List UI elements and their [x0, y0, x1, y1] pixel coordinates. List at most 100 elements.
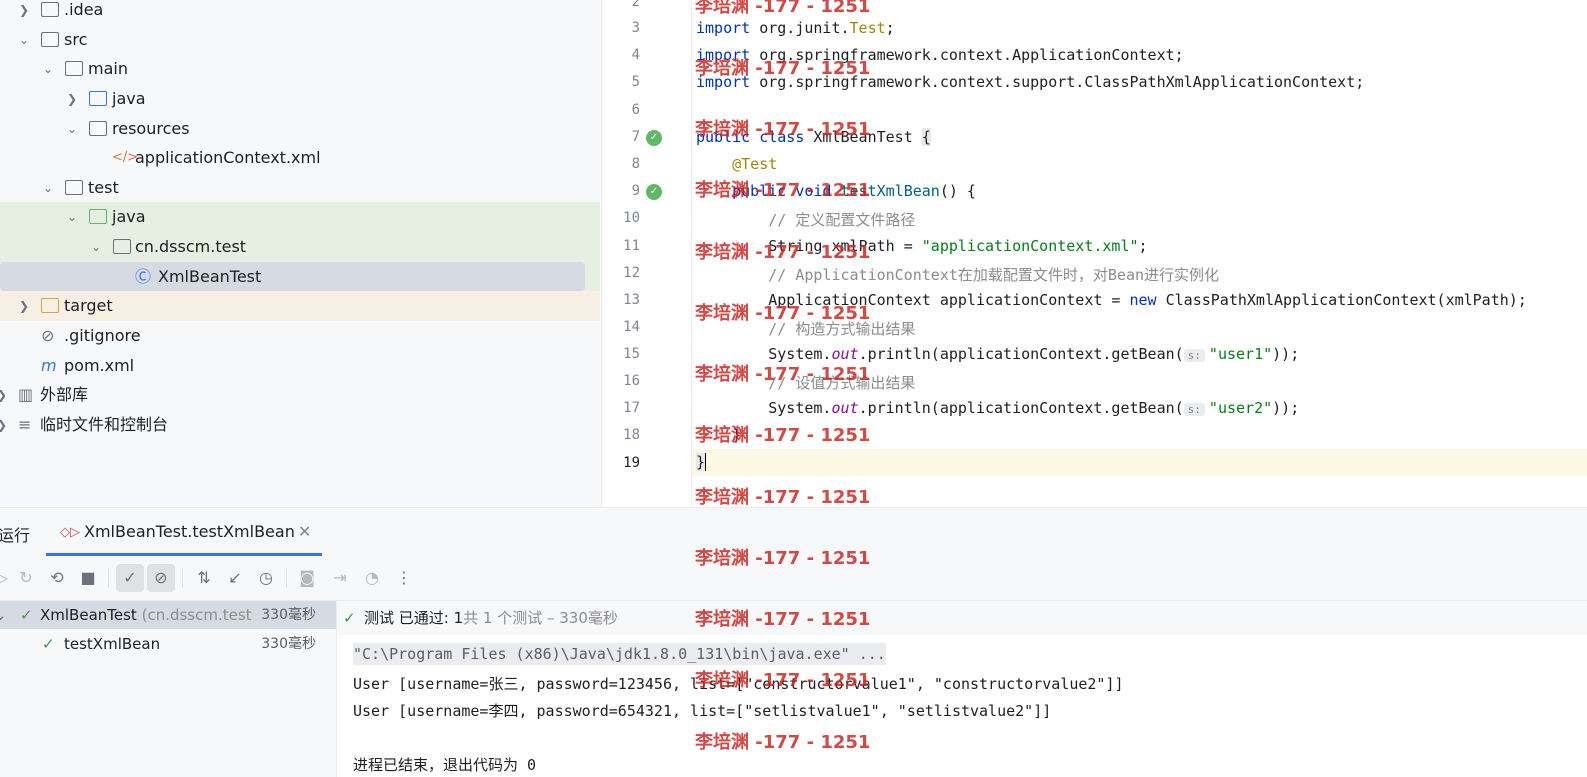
- toggle-auto-test-icon[interactable]: ⟲: [43, 564, 71, 592]
- test-root-label: XmlBeanTest (cn.dsscm.test: [40, 601, 252, 629]
- stop-icon[interactable]: ■: [74, 564, 102, 592]
- console-output[interactable]: ✓ 测试 已通过: 1共 1 个测试 – 330毫秒 "C:\Program F…: [336, 601, 1587, 777]
- code-line-8: @Test: [696, 155, 777, 173]
- chevron-down-icon[interactable]: ⌄: [0, 601, 7, 629]
- tree-item-idea[interactable]: ❯ .idea: [0, 0, 600, 25]
- line-number: 12: [623, 265, 640, 281]
- chevron-down-icon[interactable]: ⌄: [40, 54, 56, 84]
- code-line-19: }: [696, 453, 716, 471]
- tree-item-pom[interactable]: m pom.xml: [0, 351, 600, 381]
- code-text: ClassPathXmlApplicationContext(xmlPath);: [1156, 291, 1527, 309]
- watermark-text: 李培渊 -177 - 1251: [695, 58, 871, 79]
- folder-icon: [41, 32, 59, 47]
- run-test-gutter-icon[interactable]: ✓: [646, 130, 662, 146]
- clock-icon[interactable]: ◷: [252, 564, 280, 592]
- chevron-right-icon[interactable]: ❯: [0, 410, 10, 440]
- status-count: 1: [453, 609, 464, 627]
- tree-item-main[interactable]: ⌄ main: [0, 54, 600, 84]
- line-number: 2: [631, 0, 640, 10]
- line-number: 6: [631, 102, 640, 118]
- line-number: 15: [623, 346, 640, 362]
- source-folder-icon: [89, 91, 107, 106]
- chevron-down-icon[interactable]: ⌄: [64, 114, 80, 144]
- parameter-hint: s:: [1183, 349, 1205, 362]
- line-number: 7: [631, 129, 640, 145]
- test-method-row[interactable]: ✓ testXmlBean 330毫秒: [0, 630, 336, 658]
- watermark-text: 李培渊 -177 - 1251: [695, 732, 871, 753]
- code-text: () {: [939, 182, 976, 200]
- line-number: 8: [631, 156, 640, 172]
- show-passed-icon[interactable]: ✓: [116, 564, 144, 592]
- watermark-text: 李培渊 -177 - 1251: [695, 548, 871, 569]
- code-text: org.junit.: [750, 19, 850, 37]
- tree-item-test[interactable]: ⌄ test: [0, 173, 600, 203]
- camera-icon[interactable]: ◙: [293, 564, 321, 592]
- close-icon[interactable]: ✕: [298, 522, 311, 541]
- chevron-down-icon[interactable]: ⌄: [88, 232, 104, 262]
- tree-item-package[interactable]: ⌄ cn.dsscm.test: [0, 232, 600, 262]
- text-caret: [705, 453, 716, 471]
- code-line-17: System.out.println(applicationContext.ge…: [696, 399, 1299, 417]
- run-test-gutter-icon[interactable]: ✓: [646, 184, 662, 200]
- rerun-failed-icon[interactable]: ↻: [12, 564, 40, 592]
- tree-item-gitignore[interactable]: ⊘ .gitignore: [0, 321, 600, 351]
- gauge-icon[interactable]: ◔: [358, 564, 386, 592]
- code-text: ));: [1272, 399, 1300, 417]
- tree-item-label: test: [88, 178, 119, 197]
- tree-item-test-java[interactable]: ⌄ java: [0, 202, 600, 232]
- line-number: 16: [623, 373, 640, 389]
- tree-item-xmlbeantest[interactable]: Ⓒ XmlBeanTest: [0, 262, 600, 292]
- line-number: 14: [623, 319, 640, 335]
- passed-icon: ✓: [343, 609, 356, 627]
- chevron-down-icon[interactable]: ⌄: [40, 173, 56, 203]
- tree-item-target[interactable]: ❯ target: [0, 291, 600, 321]
- line-number: 4: [631, 47, 640, 63]
- tree-item-external-libraries[interactable]: ❯ ▥ 外部库: [0, 380, 600, 410]
- chevron-right-icon[interactable]: ❯: [16, 0, 32, 25]
- run-config-icon: ◇▷: [60, 525, 80, 540]
- test-duration: 330毫秒: [261, 607, 316, 623]
- tree-item-src[interactable]: ⌄ src: [0, 25, 600, 55]
- package-icon: [113, 239, 131, 254]
- show-ignored-icon[interactable]: ⊘: [147, 564, 175, 592]
- import-icon[interactable]: ⇥: [326, 564, 354, 592]
- parameter-hint: s:: [1183, 403, 1205, 416]
- project-tree: ❯ .idea ⌄ src ⌄ main ❯ java ⌄ resources …: [0, 0, 600, 507]
- tree-item-scratches[interactable]: ❯ ≡ 临时文件和控制台: [0, 410, 600, 440]
- test-duration: 330毫秒: [261, 636, 316, 652]
- chevron-down-icon[interactable]: ⌄: [16, 25, 32, 55]
- collapse-icon[interactable]: ↙: [221, 564, 249, 592]
- line-number: 3: [631, 20, 640, 36]
- chevron-right-icon[interactable]: ❯: [16, 291, 32, 321]
- test-root-row[interactable]: ⌄ ✓ XmlBeanTest (cn.dsscm.test 330毫秒: [0, 601, 336, 629]
- toolbar-separator: [182, 568, 183, 588]
- watermark-text: 李培渊 -177 - 1251: [695, 119, 871, 140]
- tab-run-config[interactable]: ◇▷ XmlBeanTest.testXmlBean ✕: [46, 508, 322, 556]
- static-field: out: [831, 399, 859, 417]
- status-summary: 共 1 个测试 – 330毫秒: [463, 609, 618, 627]
- class-icon: Ⓒ: [135, 267, 152, 286]
- line-number: 10: [623, 210, 640, 226]
- console-line: 进程已结束，退出代码为 0: [353, 756, 537, 774]
- tree-item-main-java[interactable]: ❯ java: [0, 84, 600, 114]
- test-source-folder-icon: [89, 209, 107, 224]
- test-package-name: (cn.dsscm.test: [141, 606, 252, 624]
- string-literal: "applicationContext.xml": [921, 237, 1139, 255]
- code-text: }: [696, 453, 706, 471]
- line-number: 17: [623, 400, 640, 416]
- editor-gutter: 2 3 4 5 6 7 ✓ 8 9 ✓ 10 11 12 13 14 15 16…: [602, 0, 692, 507]
- chevron-right-icon[interactable]: ❯: [0, 380, 10, 410]
- tree-item-applicationcontext-xml[interactable]: </> applicationContext.xml: [0, 143, 600, 173]
- more-options-icon[interactable]: ⋮: [390, 564, 418, 592]
- tree-item-resources[interactable]: ⌄ resources: [0, 114, 600, 144]
- line-number: 11: [623, 238, 640, 254]
- comment: // 定义配置文件路径: [768, 211, 916, 229]
- status-prefix: 测试 已通过:: [364, 609, 454, 627]
- tree-item-label: .gitignore: [64, 326, 141, 345]
- chevron-right-icon[interactable]: ❯: [64, 84, 80, 114]
- watermark-text: 李培渊 -177 - 1251: [695, 364, 871, 385]
- sort-icon[interactable]: ⇅: [190, 564, 218, 592]
- test-status-text: 测试 已通过: 1共 1 个测试 – 330毫秒: [364, 601, 618, 635]
- chevron-down-icon[interactable]: ⌄: [64, 202, 80, 232]
- test-class-name: XmlBeanTest: [40, 606, 137, 624]
